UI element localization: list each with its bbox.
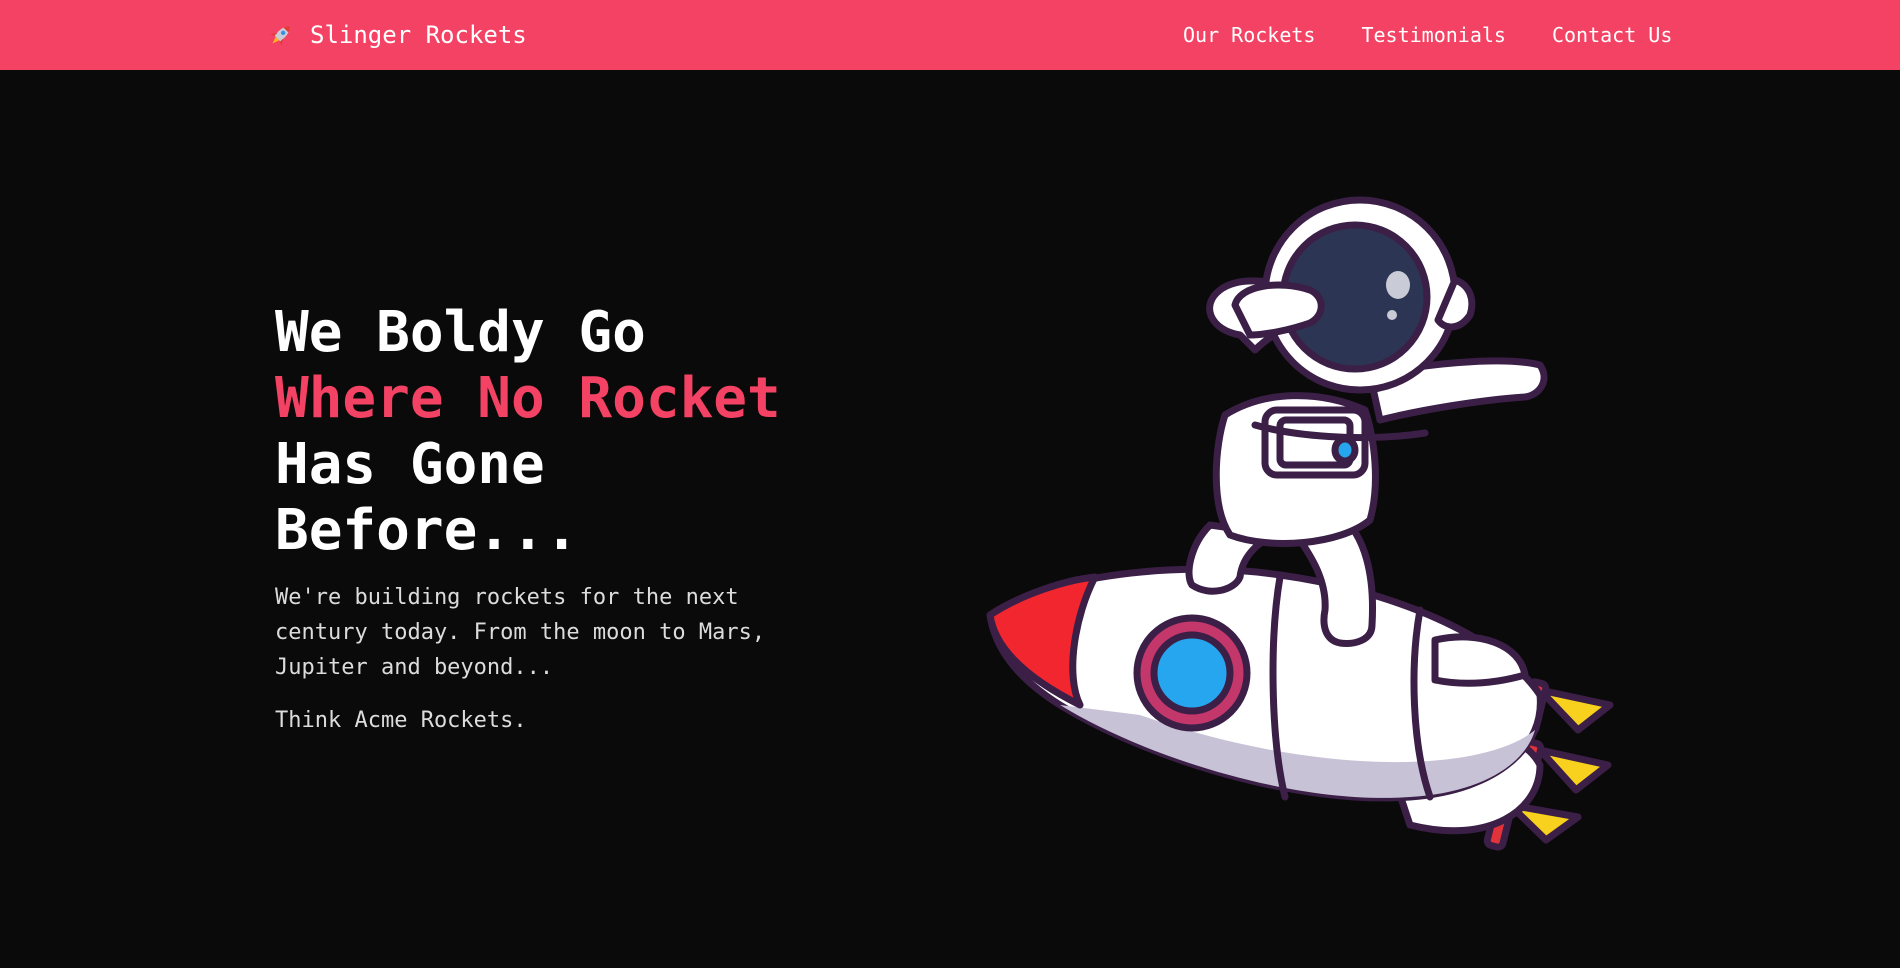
- nav-link-our-rockets[interactable]: Our Rockets: [1183, 20, 1315, 50]
- brand-name: Slinger Rockets: [310, 21, 527, 49]
- nav-link-contact-us[interactable]: Contact Us: [1552, 20, 1672, 50]
- nav-link-testimonials[interactable]: Testimonials: [1361, 20, 1506, 50]
- hero-section: We Boldy Go Where No Rocket Has Gone Bef…: [275, 300, 835, 738]
- headline-part2: Has Gone Before...: [275, 432, 579, 563]
- nav-links: Our Rockets Testimonials Contact Us: [1183, 20, 1672, 50]
- headline-accent: Where No Rocket: [275, 366, 781, 431]
- rocket-icon: [270, 25, 291, 46]
- hero-subtitle: We're building rockets for the next cent…: [275, 585, 766, 680]
- headline-part1: We Boldy Go: [275, 300, 646, 365]
- hero-headline: We Boldy Go Where No Rocket Has Gone Bef…: [275, 300, 835, 564]
- brand-link[interactable]: Slinger Rockets: [266, 18, 527, 52]
- hero-tagline: Think Acme Rockets.: [275, 708, 527, 733]
- navbar: Slinger Rockets Our Rockets Testimonials…: [0, 0, 1900, 70]
- astronaut-rocket-illustration: [986, 196, 1614, 851]
